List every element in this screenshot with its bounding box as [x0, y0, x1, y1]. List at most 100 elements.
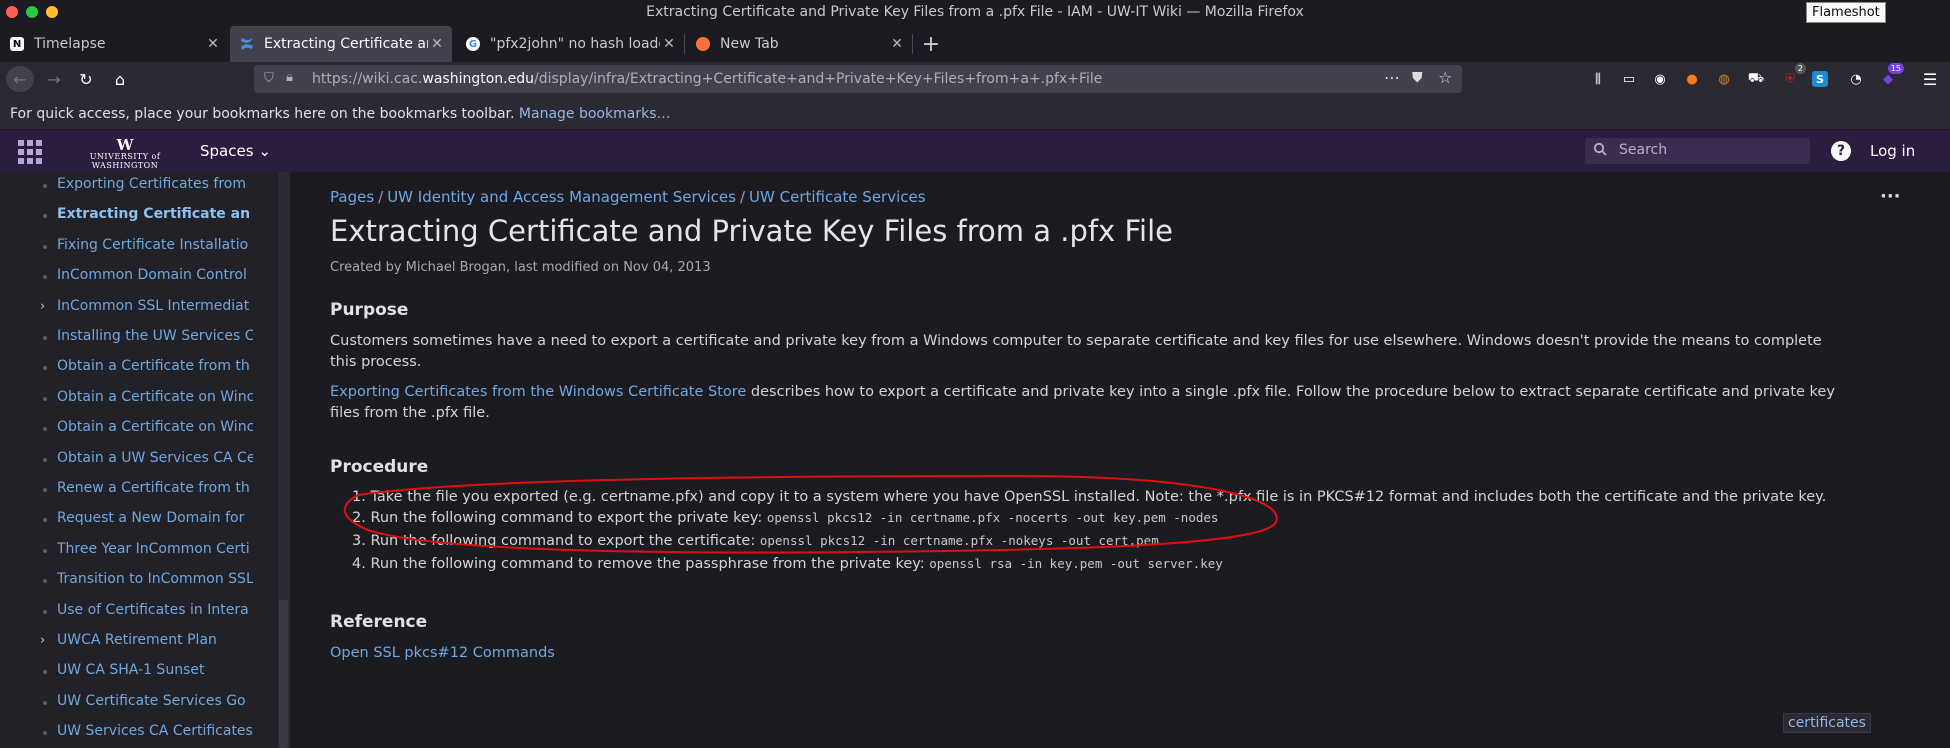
sidebar-item[interactable]: Transition to InCommon SSL	[57, 571, 253, 593]
procedure-step: 1. Take the file you exported (e.g. cert…	[352, 489, 1827, 505]
sidebar-scroll-thumb[interactable]	[279, 600, 288, 748]
uw-logo[interactable]: W UNIVERSITY of WASHINGTON	[60, 138, 190, 171]
login-link[interactable]: Log in	[1870, 142, 1915, 160]
sidebar-item[interactable]: Obtain a Certificate on Winc	[57, 419, 253, 441]
sidebar-item[interactable]: Renew a Certificate from th	[57, 480, 253, 502]
confluence-icon	[240, 37, 254, 51]
sidebar-item[interactable]: InCommon Domain Control	[57, 267, 253, 289]
command-code: openssl pkcs12 -in certname.pfx -nocerts…	[766, 510, 1219, 525]
sidebar-item[interactable]: Fixing Certificate Installatio	[57, 237, 253, 259]
bullet-icon	[43, 488, 47, 492]
reload-icon[interactable]: ↻	[72, 66, 100, 92]
confluence-header: W UNIVERSITY of WASHINGTON Spaces ⌄ Sear…	[0, 130, 1950, 172]
main-content	[290, 172, 1950, 748]
s-extension-icon[interactable]: S	[1812, 71, 1828, 87]
app-switcher-icon[interactable]	[18, 140, 42, 164]
bullet-icon	[43, 700, 47, 705]
purpose-text: Customers sometimes have a need to expor…	[330, 333, 1822, 370]
bookmark-star-icon[interactable]: ☆	[1438, 68, 1452, 87]
sidebar-item[interactable]: Request a New Domain for	[57, 510, 253, 532]
page-byline: Created by Michael Brogan, last modified…	[330, 260, 711, 275]
flameshot-tooltip: Flameshot	[1806, 2, 1886, 23]
help-icon[interactable]: ?	[1831, 141, 1851, 161]
bullet-icon	[43, 396, 47, 401]
openssl-pkcs12-link[interactable]: Open SSL pkcs#12 Commands	[330, 645, 555, 661]
home-icon[interactable]: ⌂	[106, 66, 134, 92]
tab-label: New Tab	[720, 36, 779, 52]
url-bar[interactable]: ⛉ 🔒︎ https://wiki.cac.washington.edu/dis…	[254, 65, 1462, 93]
spaces-menu[interactable]: Spaces ⌄	[200, 142, 271, 160]
menu-icon[interactable]: ☰	[1920, 69, 1940, 89]
sidebar-item[interactable]: Obtain a UW Services CA Ce	[57, 450, 253, 472]
bookmarks-toolbar: For quick access, place your bookmarks h…	[0, 96, 1950, 130]
back-icon[interactable]: ←	[6, 66, 34, 92]
procedure-step: 2. Run the following command to export t…	[352, 510, 1219, 526]
breadcrumb-pages[interactable]: Pages	[330, 188, 374, 206]
page-tree-sidebar: Exporting Certificates from Extracting Ce…	[0, 172, 278, 748]
extension-badge-icon[interactable]: ◆ 15	[1878, 63, 1904, 89]
command-code: openssl rsa -in key.pem -out server.key	[929, 556, 1223, 571]
sidebar-item[interactable]: UW CA SHA-1 Sunset	[57, 662, 253, 684]
tracking-shield-icon[interactable]: ⛉	[264, 71, 274, 86]
tab-timelapse[interactable]: N Timelapse ✕	[0, 26, 228, 62]
sidebar-item[interactable]: Obtain a Certificate from th	[57, 358, 253, 380]
bullet-icon	[43, 670, 47, 675]
purpose-heading: Purpose	[330, 300, 409, 320]
breadcrumb-iam[interactable]: UW Identity and Access Management Servic…	[387, 188, 736, 206]
sidebar-item[interactable]: Installing the UW Services C	[57, 328, 253, 350]
bullet-icon	[43, 366, 47, 371]
sidebar-item[interactable]: Extracting Certificate an	[57, 206, 253, 228]
tab-new-tab[interactable]: New Tab ✕	[686, 26, 912, 62]
firefox-extension-icon[interactable]: ●	[1682, 69, 1702, 89]
pocket-icon[interactable]: ⛊	[1412, 70, 1423, 86]
label-tag-certificates[interactable]: certificates	[1783, 713, 1871, 733]
sidebar-item[interactable]: UW Services CA Certificates	[57, 723, 253, 745]
window-titlebar: Extracting Certificate and Private Key F…	[0, 0, 1950, 26]
account-icon[interactable]: ◉	[1650, 69, 1670, 89]
tab-extracting-certificate[interactable]: Extracting Certificate and ✕	[230, 26, 452, 62]
navigation-toolbar: ← → ↻ ⌂ ⛉ 🔒︎ https://wiki.cac.washington…	[0, 62, 1950, 96]
chevron-right-icon[interactable]: ›	[40, 633, 45, 648]
extension-icon[interactable]: ⛟	[1746, 69, 1766, 89]
manage-bookmarks-link[interactable]: Manage bookmarks…	[519, 106, 671, 122]
sidebar-item[interactable]: Exporting Certificates from	[57, 176, 253, 198]
reference-heading: Reference	[330, 612, 428, 632]
sidebar-item[interactable]: UWCA Retirement Plan	[57, 632, 253, 654]
more-actions-icon[interactable]: ···	[1880, 186, 1901, 207]
firefox-icon	[696, 37, 710, 51]
bullet-icon	[43, 427, 47, 432]
exporting-certificates-link[interactable]: Exporting Certificates from the Windows …	[330, 384, 746, 400]
forward-icon[interactable]: →	[40, 66, 68, 92]
cookie-extension-icon[interactable]: ◍	[1714, 69, 1734, 89]
close-tab-icon[interactable]: ✕	[660, 36, 678, 52]
url-text[interactable]: https://wiki.cac.washington.edu/display/…	[312, 71, 1102, 87]
spy-extension-icon[interactable]: ◔	[1846, 69, 1866, 89]
sidebar-item[interactable]: Use of Certificates in Intera	[57, 602, 253, 624]
lock-icon[interactable]: 🔒︎	[286, 70, 293, 85]
bullet-icon	[43, 275, 47, 280]
close-tab-icon[interactable]: ✕	[888, 36, 906, 52]
search-input[interactable]: Search	[1585, 138, 1810, 164]
sidebar-toggle-icon[interactable]: ▭	[1619, 69, 1639, 89]
new-tab-button[interactable]: +	[916, 26, 946, 62]
tab-label: "pfx2john" no hash loade	[490, 36, 660, 52]
bullet-icon	[43, 457, 47, 462]
window-title: Extracting Certificate and Private Key F…	[646, 4, 1304, 20]
page-title: Extracting Certificate and Private Key F…	[330, 214, 1173, 248]
chevron-right-icon[interactable]: ›	[40, 299, 45, 314]
library-icon[interactable]: ⫼	[1588, 69, 1608, 89]
sidebar-item[interactable]: InCommon SSL Intermediat	[57, 298, 253, 320]
ublock-icon[interactable]: ⛨ 2	[1780, 63, 1806, 89]
tab-label: Timelapse	[34, 36, 106, 52]
close-tab-icon[interactable]: ✕	[428, 36, 446, 52]
sidebar-item[interactable]: Three Year InCommon Certi	[57, 541, 253, 563]
breadcrumb-cert-services[interactable]: UW Certificate Services	[749, 188, 926, 206]
close-tab-icon[interactable]: ✕	[204, 36, 222, 52]
sidebar-item[interactable]: UW Certificate Services Go	[57, 693, 253, 715]
tab-pfx2john[interactable]: G "pfx2john" no hash loade ✕	[456, 26, 684, 62]
sidebar-item[interactable]: Obtain a Certificate on Winc	[57, 389, 253, 411]
page-actions-icon[interactable]: ⋯	[1384, 68, 1400, 87]
export-paragraph: Exporting Certificates from the Windows …	[330, 384, 1835, 421]
bullet-icon	[43, 184, 47, 188]
tab-label: Extracting Certificate and	[264, 36, 428, 52]
